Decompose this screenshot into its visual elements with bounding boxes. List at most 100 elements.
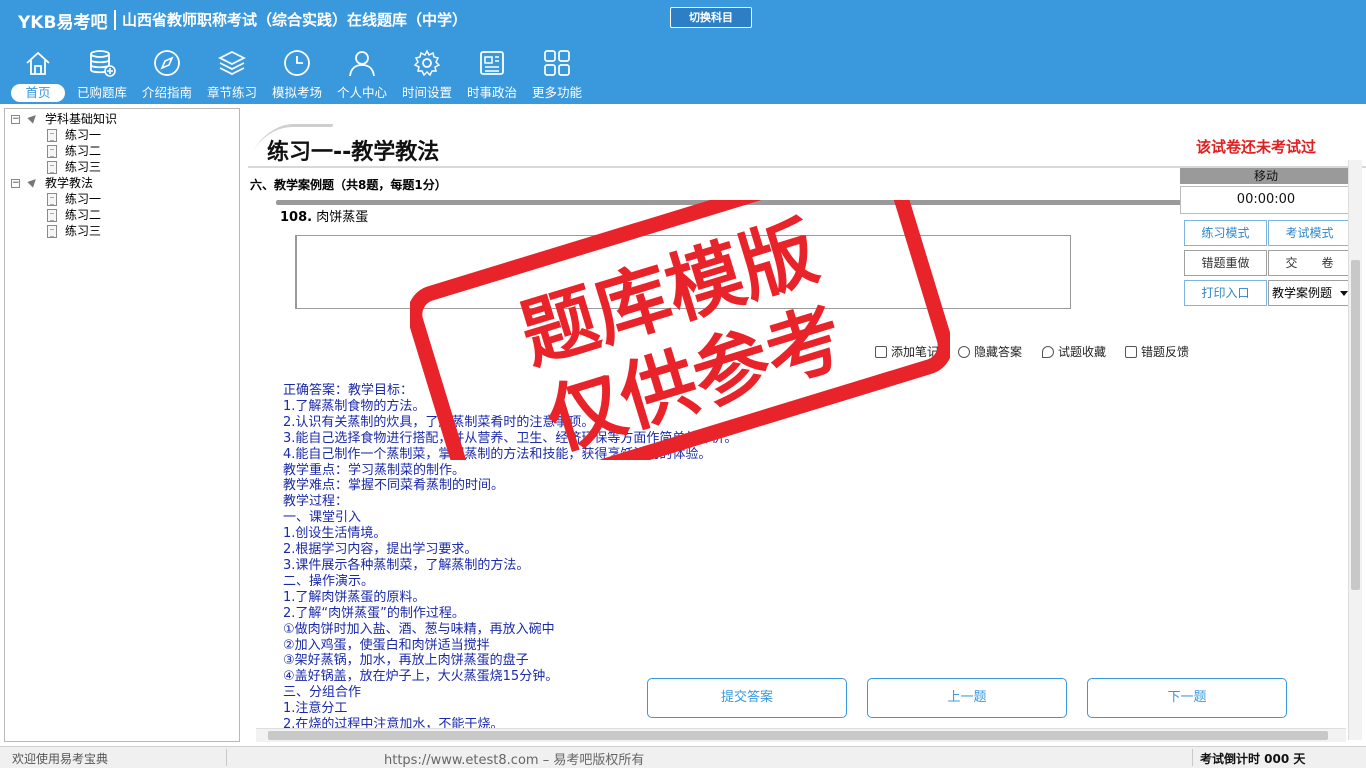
switch-subject-button[interactable]: 切换科目 (670, 7, 752, 28)
exam-timer: 00:00:00 (1180, 186, 1352, 214)
answer-line: 2.了解“肉饼蒸蛋”的制作过程。 (283, 605, 465, 621)
tree-group-methods[interactable]: 教学教法 (45, 175, 93, 191)
favorite-button[interactable]: 试题收藏 (1042, 343, 1106, 360)
report-error-button[interactable]: 错题反馈 (1125, 343, 1189, 360)
collapse-toggle-icon[interactable]: − (11, 179, 20, 188)
heart-icon (1042, 346, 1054, 358)
tree-item[interactable]: 练习二 (65, 143, 101, 159)
nav-home[interactable]: 首页 (6, 46, 70, 104)
status-divider (226, 749, 227, 766)
horizontal-scrollbar[interactable] (256, 728, 1346, 742)
nav-more[interactable]: 更多功能 (525, 46, 589, 104)
answer-line: 2.在烧的过程中注意加水，不能干烧。 (283, 717, 504, 728)
exam-mode-button[interactable]: 考试模式 (1268, 220, 1351, 246)
nav-chapter-label: 章节练习 (206, 85, 257, 100)
app-title: 山西省教师职称考试（综合实践）在线题库（中学） (122, 11, 468, 29)
document-icon (47, 161, 57, 174)
document-icon (47, 225, 57, 238)
hand-in-button[interactable]: 交 卷 (1268, 250, 1351, 276)
redo-wrong-button[interactable]: 错题重做 (1184, 250, 1267, 276)
nav-purchased[interactable]: 已购题库 (70, 46, 134, 104)
tree-group-basics[interactable]: 学科基础知识 (45, 111, 117, 127)
exam-header: 练习一--教学教法 该试卷还未考试过 (248, 108, 1366, 168)
section-divider (276, 200, 1181, 205)
answer-line: 教学过程： (283, 494, 349, 510)
practice-mode-button[interactable]: 练习模式 (1184, 220, 1267, 246)
clock-icon (284, 50, 310, 76)
status-copyright: https://www.etest8.com – 易考吧版权所有 (384, 753, 645, 768)
next-question-button[interactable]: 下一题 (1087, 678, 1287, 718)
nav-mock-label: 模拟考场 (271, 85, 322, 100)
add-note-label: 添加笔记 (891, 345, 940, 359)
tree-item[interactable]: 练习三 (65, 159, 101, 175)
tree-item-selected[interactable]: 练习一 (65, 191, 101, 207)
favorite-label: 试题收藏 (1058, 345, 1107, 359)
nav-more-label: 更多功能 (531, 85, 582, 100)
document-icon (47, 129, 57, 142)
chevron-down-icon (1340, 291, 1348, 296)
report-icon (1125, 346, 1137, 358)
nav-guide[interactable]: 介绍指南 (135, 46, 199, 104)
answer-line: 教学难点：掌握不同菜肴蒸制的时间。 (283, 478, 505, 494)
hide-answer-label: 隐藏答案 (974, 345, 1023, 359)
vertical-scrollbar[interactable] (1348, 160, 1362, 740)
answer-line: 1.创设生活情境。 (283, 526, 387, 542)
answer-line: 3.课件展示各种蒸制菜，了解蒸制的方法。 (283, 557, 530, 573)
panel-move-handle[interactable]: 移动 (1180, 168, 1352, 184)
question-type-select[interactable]: 教学案例题 (1268, 280, 1352, 306)
hide-answer-button[interactable]: 隐藏答案 (958, 343, 1022, 360)
tree-item[interactable]: 练习三 (65, 223, 101, 239)
section-heading: 六、教学案例题（共8题，每题1分） (250, 178, 447, 192)
document-icon (47, 145, 57, 158)
answer-line: 4.能自己制作一个蒸制菜，掌握蒸制的方法和技能，获得烹饪活动的体验。 (283, 446, 712, 462)
nav-current-affairs[interactable]: 时事政治 (460, 46, 524, 104)
submit-answer-button[interactable]: 提交答案 (647, 678, 847, 718)
nav-purchased-label: 已购题库 (76, 85, 127, 100)
question-type-value: 教学案例题 (1272, 286, 1333, 300)
folder-arrow-icon (27, 112, 39, 124)
exam-control-panel: 移动 00:00:00 练习模式 考试模式 错题重做 交 卷 打印入口 教学案例… (1180, 168, 1354, 318)
nav-personal-center[interactable]: 个人中心 (330, 46, 394, 104)
question-number: 108. (280, 210, 313, 225)
nav-home-label: 首页 (11, 84, 65, 102)
previous-question-button[interactable]: 上一题 (867, 678, 1067, 718)
answer-text: 正确答案：教学目标： 1.了解蒸制食物的方法。 2.认识有关蒸制的炊具，了解蒸制… (283, 383, 1043, 728)
nav-time-label: 时间设置 (401, 85, 452, 100)
print-button[interactable]: 打印入口 (1184, 280, 1267, 306)
nav-chapter-practice[interactable]: 章节练习 (200, 46, 264, 104)
user-icon (349, 51, 375, 77)
status-bar: 欢迎使用易考宝典 https://www.etest8.com – 易考吧版权所… (0, 746, 1366, 768)
nav-mock-exam[interactable]: 模拟考场 (265, 46, 329, 104)
nav-guide-label: 介绍指南 (141, 85, 192, 100)
answer-line: ③架好蒸锅，加水，再放上肉饼蒸蛋的盘子 (283, 653, 529, 669)
compass-icon (154, 50, 180, 76)
document-icon (47, 209, 57, 222)
status-divider (1192, 749, 1193, 766)
grid-icon (544, 50, 570, 76)
add-note-button[interactable]: 添加笔记 (875, 343, 939, 360)
answer-line: 一、课堂引入 (283, 510, 362, 526)
answer-line: 教学重点：学习蒸制菜的制作。 (283, 462, 466, 478)
eye-icon (958, 346, 970, 358)
page-title: 练习一--教学教法 (267, 140, 440, 165)
answer-line: ①做肉饼时加入盐、酒、葱与味精，再放入碗中 (283, 621, 555, 637)
question-title: 108. 肉饼蒸蛋 (280, 206, 368, 225)
brand-logo: YKB易考吧 (18, 13, 108, 33)
news-icon (480, 51, 504, 75)
pencil-icon (875, 346, 887, 358)
answer-line: 3.能自己选择食物进行搭配，并从营养、卫生、经济环保等方面作简单的评价。 (283, 430, 738, 446)
tree-item[interactable]: 练习一 (65, 127, 101, 143)
database-icon (90, 50, 116, 77)
layers-icon (218, 51, 246, 75)
answer-line: 1.了解蒸制食物的方法。 (283, 398, 426, 414)
nav-time-settings[interactable]: 时间设置 (395, 46, 459, 104)
answer-input[interactable] (295, 235, 1071, 309)
scroll-thumb[interactable] (1351, 260, 1360, 590)
main-content: 练习一--教学教法 该试卷还未考试过 六、教学案例题（共8题，每题1分） 108… (248, 108, 1366, 746)
answer-line: ②加入鸡蛋，使蛋白和肉饼适当搅拌 (283, 637, 490, 653)
nav-personal-label: 个人中心 (336, 85, 387, 100)
tree-item[interactable]: 练习二 (65, 207, 101, 223)
collapse-toggle-icon[interactable]: − (11, 115, 20, 124)
answer-line: 2.根据学习内容，提出学习要求。 (283, 542, 478, 558)
scroll-thumb[interactable] (268, 731, 1328, 740)
